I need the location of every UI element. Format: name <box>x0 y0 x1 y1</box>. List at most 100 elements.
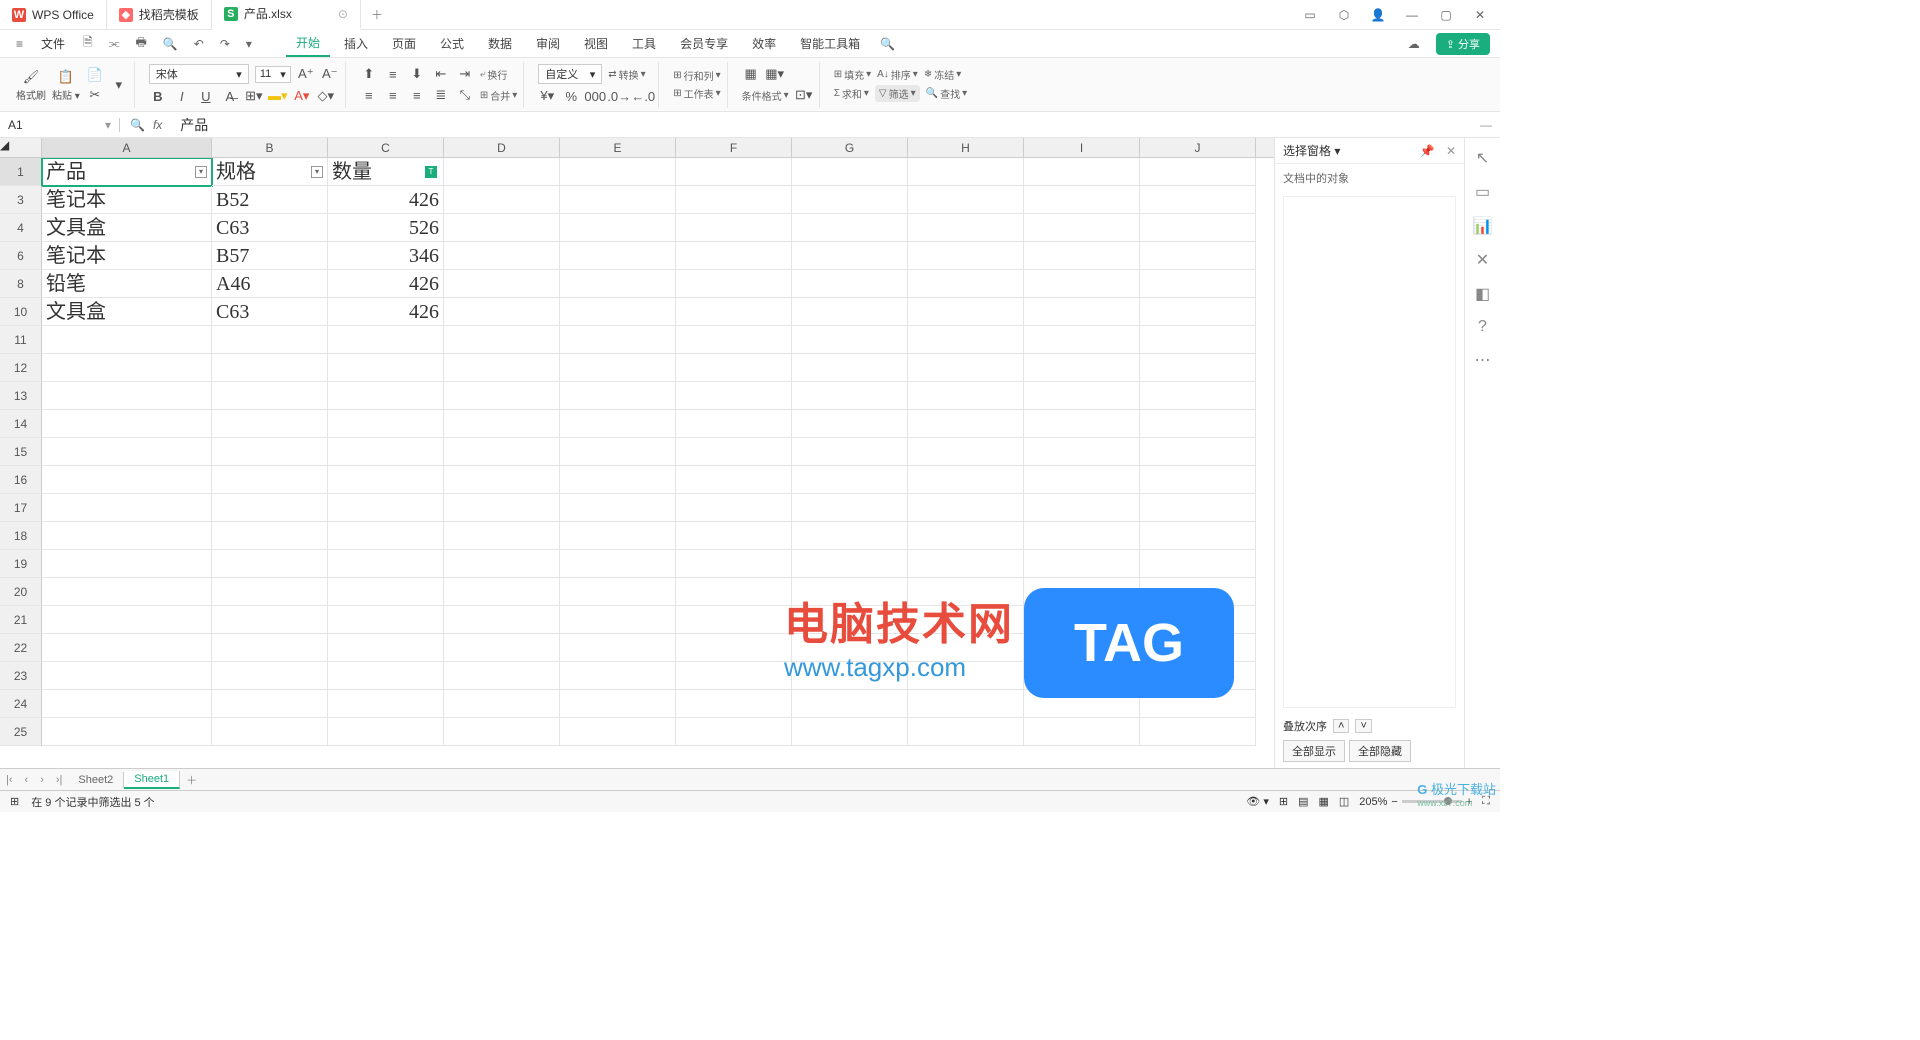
cell[interactable] <box>908 466 1024 494</box>
cell[interactable] <box>560 466 676 494</box>
cell[interactable] <box>444 158 560 186</box>
cell-reference-box[interactable]: A1▾ <box>0 118 120 132</box>
cell[interactable] <box>1024 662 1140 690</box>
cell[interactable] <box>792 606 908 634</box>
cell[interactable] <box>1024 382 1140 410</box>
cell[interactable] <box>42 718 212 746</box>
col-header-G[interactable]: G <box>792 138 908 157</box>
cell[interactable] <box>328 578 444 606</box>
cell[interactable] <box>1140 690 1256 718</box>
collapse-ribbon-icon[interactable]: — <box>1472 118 1500 132</box>
cell[interactable] <box>444 466 560 494</box>
sheet-nav-last[interactable]: ›| <box>50 774 69 786</box>
help-icon[interactable]: ? <box>1478 318 1487 336</box>
cell[interactable] <box>792 354 908 382</box>
cell[interactable] <box>444 662 560 690</box>
cell[interactable] <box>1140 214 1256 242</box>
cell[interactable] <box>676 354 792 382</box>
cell[interactable] <box>1024 354 1140 382</box>
cell[interactable] <box>444 578 560 606</box>
cell[interactable] <box>1140 186 1256 214</box>
row-header[interactable]: 24 <box>0 690 42 718</box>
cell[interactable]: 笔记本 <box>42 186 212 214</box>
cell[interactable]: 规格▾ <box>212 158 328 186</box>
strike-icon[interactable]: A̶ <box>221 87 239 105</box>
cell[interactable] <box>212 494 328 522</box>
undo-icon[interactable]: ↶ <box>188 37 210 51</box>
cell[interactable] <box>328 438 444 466</box>
align-right-icon[interactable]: ≡ <box>408 86 426 104</box>
row-header[interactable]: 8 <box>0 270 42 298</box>
zoom-cell-icon[interactable]: 🔍 <box>130 118 145 132</box>
cell[interactable] <box>444 354 560 382</box>
cell[interactable] <box>42 634 212 662</box>
cell[interactable] <box>792 494 908 522</box>
cell[interactable] <box>42 354 212 382</box>
cond-format-button[interactable]: 条件格式 ▾ <box>742 88 789 103</box>
cell[interactable] <box>908 550 1024 578</box>
cell[interactable] <box>792 326 908 354</box>
fx-icon[interactable]: fx <box>153 118 162 132</box>
cell[interactable] <box>908 578 1024 606</box>
freeze-button[interactable]: ❄ 冻结 ▾ <box>924 67 961 82</box>
thousands-icon[interactable]: 000 <box>586 87 604 105</box>
cell[interactable] <box>792 438 908 466</box>
cell[interactable] <box>444 410 560 438</box>
sheet-nav-next[interactable]: › <box>34 774 50 786</box>
align-top-icon[interactable]: ⬆ <box>360 65 378 83</box>
cell[interactable] <box>212 354 328 382</box>
row-header[interactable]: 10 <box>0 298 42 326</box>
cell[interactable] <box>676 466 792 494</box>
cell[interactable] <box>1024 578 1140 606</box>
cell[interactable] <box>212 690 328 718</box>
row-header[interactable]: 21 <box>0 606 42 634</box>
cell[interactable]: 346 <box>328 242 444 270</box>
cell[interactable] <box>212 326 328 354</box>
find-button[interactable]: 🔍 查找 ▾ <box>926 86 967 101</box>
cell[interactable] <box>908 662 1024 690</box>
cell[interactable] <box>212 578 328 606</box>
property-icon[interactable]: ▭ <box>1475 182 1490 202</box>
cell[interactable] <box>1024 270 1140 298</box>
cell[interactable] <box>1024 158 1140 186</box>
clear-format-icon[interactable]: ◇▾ <box>317 87 335 105</box>
row-header[interactable]: 11 <box>0 326 42 354</box>
hide-all-button[interactable]: 全部隐藏 <box>1349 740 1411 762</box>
decimal-inc-icon[interactable]: .0→ <box>610 87 628 105</box>
indent-left-icon[interactable]: ⇤ <box>432 65 450 83</box>
cell[interactable] <box>1140 270 1256 298</box>
cell[interactable] <box>328 354 444 382</box>
row-header[interactable]: 22 <box>0 634 42 662</box>
cell[interactable] <box>42 466 212 494</box>
cell[interactable] <box>42 522 212 550</box>
col-header-A[interactable]: A <box>42 138 212 157</box>
cell[interactable]: 526 <box>328 214 444 242</box>
cell[interactable] <box>792 298 908 326</box>
fill-color-icon[interactable]: ▬▾ <box>269 87 287 105</box>
cell[interactable] <box>792 382 908 410</box>
cell[interactable]: 数量T <box>328 158 444 186</box>
format-brush-button[interactable]: 🖌格式刷 <box>16 68 46 102</box>
cell[interactable] <box>908 270 1024 298</box>
col-header-I[interactable]: I <box>1024 138 1140 157</box>
cell[interactable] <box>1024 186 1140 214</box>
view-split-icon[interactable]: ◫ <box>1339 795 1349 808</box>
cell[interactable] <box>1140 158 1256 186</box>
cell[interactable] <box>1024 690 1140 718</box>
cell[interactable] <box>560 718 676 746</box>
cell[interactable] <box>328 326 444 354</box>
cell[interactable] <box>1024 634 1140 662</box>
cell[interactable] <box>1140 606 1256 634</box>
dropdown-icon[interactable]: ▾ <box>240 37 258 51</box>
cell[interactable] <box>560 494 676 522</box>
close-button[interactable]: ✕ <box>1470 5 1490 25</box>
cell[interactable] <box>676 214 792 242</box>
row-header[interactable]: 18 <box>0 522 42 550</box>
sheet-tab-sheet2[interactable]: Sheet2 <box>68 772 124 788</box>
cell[interactable] <box>560 354 676 382</box>
share-button[interactable]: ⇪ 分享 <box>1436 33 1490 55</box>
cell[interactable] <box>1140 718 1256 746</box>
cell[interactable] <box>792 186 908 214</box>
menu-page[interactable]: 页面 <box>382 31 426 56</box>
cell[interactable]: 426 <box>328 270 444 298</box>
